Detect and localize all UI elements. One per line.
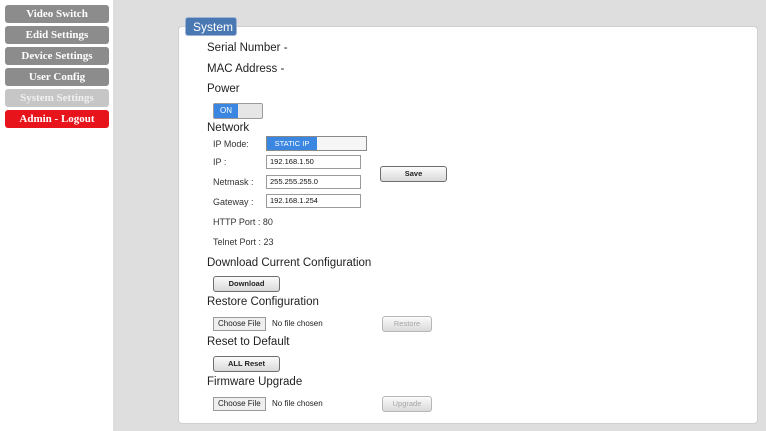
nav-system-settings[interactable]: System Settings bbox=[5, 89, 109, 107]
ip-input[interactable]: 192.168.1.50 bbox=[266, 155, 361, 169]
restore-button[interactable]: Restore bbox=[382, 316, 432, 332]
reset-default-heading: Reset to Default bbox=[207, 336, 290, 348]
mac-address-label: MAC Address - bbox=[207, 63, 285, 75]
all-reset-button[interactable]: ALL Reset bbox=[213, 356, 280, 372]
restore-file-status: No file chosen bbox=[272, 319, 323, 328]
firmware-choose-file-button[interactable]: Choose File bbox=[213, 397, 266, 411]
download-config-heading: Download Current Configuration bbox=[207, 257, 372, 269]
nav-edid-settings[interactable]: Edid Settings bbox=[5, 26, 109, 44]
ip-mode-value: STATIC IP bbox=[267, 137, 317, 150]
nav-admin-logout[interactable]: Admin - Logout bbox=[5, 110, 109, 128]
upgrade-button[interactable]: Upgrade bbox=[382, 396, 432, 412]
save-button[interactable]: Save bbox=[380, 166, 447, 182]
telnet-port-label: Telnet Port : 23 bbox=[213, 237, 274, 247]
power-heading: Power bbox=[207, 83, 240, 95]
ip-mode-select[interactable]: STATIC IP bbox=[266, 136, 367, 151]
restore-config-heading: Restore Configuration bbox=[207, 296, 319, 308]
ip-mode-label: IP Mode: bbox=[213, 139, 249, 149]
http-port-label: HTTP Port : 80 bbox=[213, 217, 273, 227]
ip-label: IP : bbox=[213, 157, 227, 167]
power-toggle[interactable]: ON bbox=[213, 103, 263, 119]
nav-device-settings[interactable]: Device Settings bbox=[5, 47, 109, 65]
restore-choose-file-button[interactable]: Choose File bbox=[213, 317, 266, 331]
nav-user-config[interactable]: User Config bbox=[5, 68, 109, 86]
nav-video-switch[interactable]: Video Switch bbox=[5, 5, 109, 23]
sidebar: Video Switch Edid Settings Device Settin… bbox=[0, 0, 113, 431]
download-button[interactable]: Download bbox=[213, 276, 280, 292]
firmware-upgrade-heading: Firmware Upgrade bbox=[207, 376, 303, 388]
serial-number-label: Serial Number - bbox=[207, 42, 288, 54]
gateway-label: Gateway : bbox=[213, 197, 254, 207]
power-toggle-on: ON bbox=[214, 104, 238, 118]
network-heading: Network bbox=[207, 122, 250, 134]
firmware-file-status: No file chosen bbox=[272, 399, 323, 408]
netmask-input[interactable]: 255.255.255.0 bbox=[266, 175, 361, 189]
netmask-label: Netmask : bbox=[213, 177, 254, 187]
panel-title: System bbox=[185, 17, 237, 36]
gateway-input[interactable]: 192.168.1.254 bbox=[266, 194, 361, 208]
